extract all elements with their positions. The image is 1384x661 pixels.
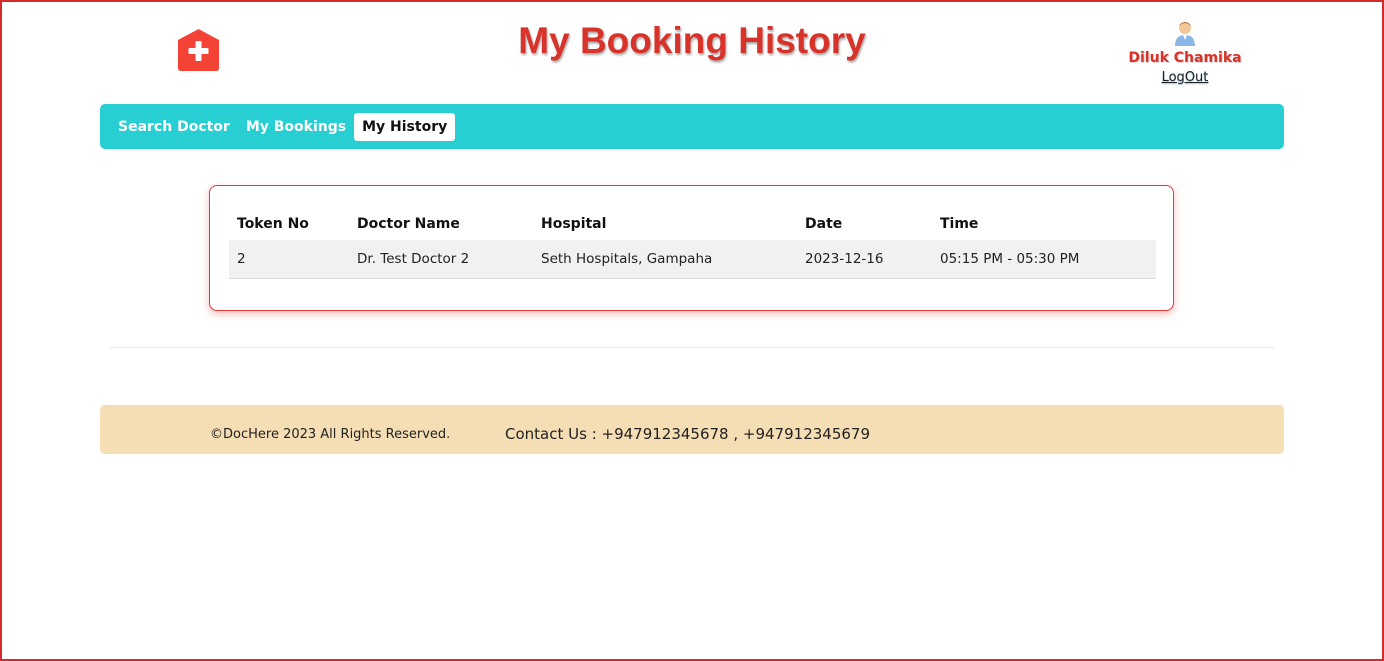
nav-my-bookings[interactable]: My Bookings bbox=[238, 113, 354, 141]
history-table: Token No Doctor Name Hospital Date Time … bbox=[229, 207, 1156, 279]
cell-date: 2023-12-16 bbox=[797, 240, 932, 279]
cell-doctor: Dr. Test Doctor 2 bbox=[349, 240, 533, 279]
main-navbar: Search Doctor My Bookings My History bbox=[100, 104, 1284, 149]
footer: ©DocHere 2023 All Rights Reserved. Conta… bbox=[100, 405, 1284, 454]
column-header-time: Time bbox=[940, 215, 979, 232]
user-panel: Diluk Chamika LogOut bbox=[1120, 20, 1250, 86]
column-header-doctor: Doctor Name bbox=[357, 215, 460, 232]
nav-my-history[interactable]: My History bbox=[354, 112, 456, 141]
cell-time: 05:15 PM - 05:30 PM bbox=[932, 240, 1156, 279]
column-header-date: Date bbox=[805, 215, 843, 232]
table-row: 2 Dr. Test Doctor 2 Seth Hospitals, Gamp… bbox=[229, 240, 1156, 279]
column-header-token: Token No bbox=[237, 215, 309, 232]
contact-text: Contact Us : +947912345678 , +9479123456… bbox=[505, 425, 870, 443]
user-name: Diluk Chamika bbox=[1128, 50, 1242, 66]
cell-hospital: Seth Hospitals, Gampaha bbox=[533, 240, 797, 279]
table-header-row: Token No Doctor Name Hospital Date Time bbox=[229, 207, 1156, 240]
column-header-hospital: Hospital bbox=[541, 215, 607, 232]
copyright-text: ©DocHere 2023 All Rights Reserved. bbox=[210, 427, 451, 442]
user-avatar-icon bbox=[1175, 22, 1195, 46]
nav-search-doctor[interactable]: Search Doctor bbox=[110, 113, 238, 141]
cell-token: 2 bbox=[229, 240, 349, 279]
logout-link[interactable]: LogOut bbox=[1162, 70, 1209, 85]
page-frame bbox=[0, 0, 1384, 661]
history-card: Token No Doctor Name Hospital Date Time … bbox=[209, 185, 1174, 311]
section-divider bbox=[110, 347, 1274, 348]
